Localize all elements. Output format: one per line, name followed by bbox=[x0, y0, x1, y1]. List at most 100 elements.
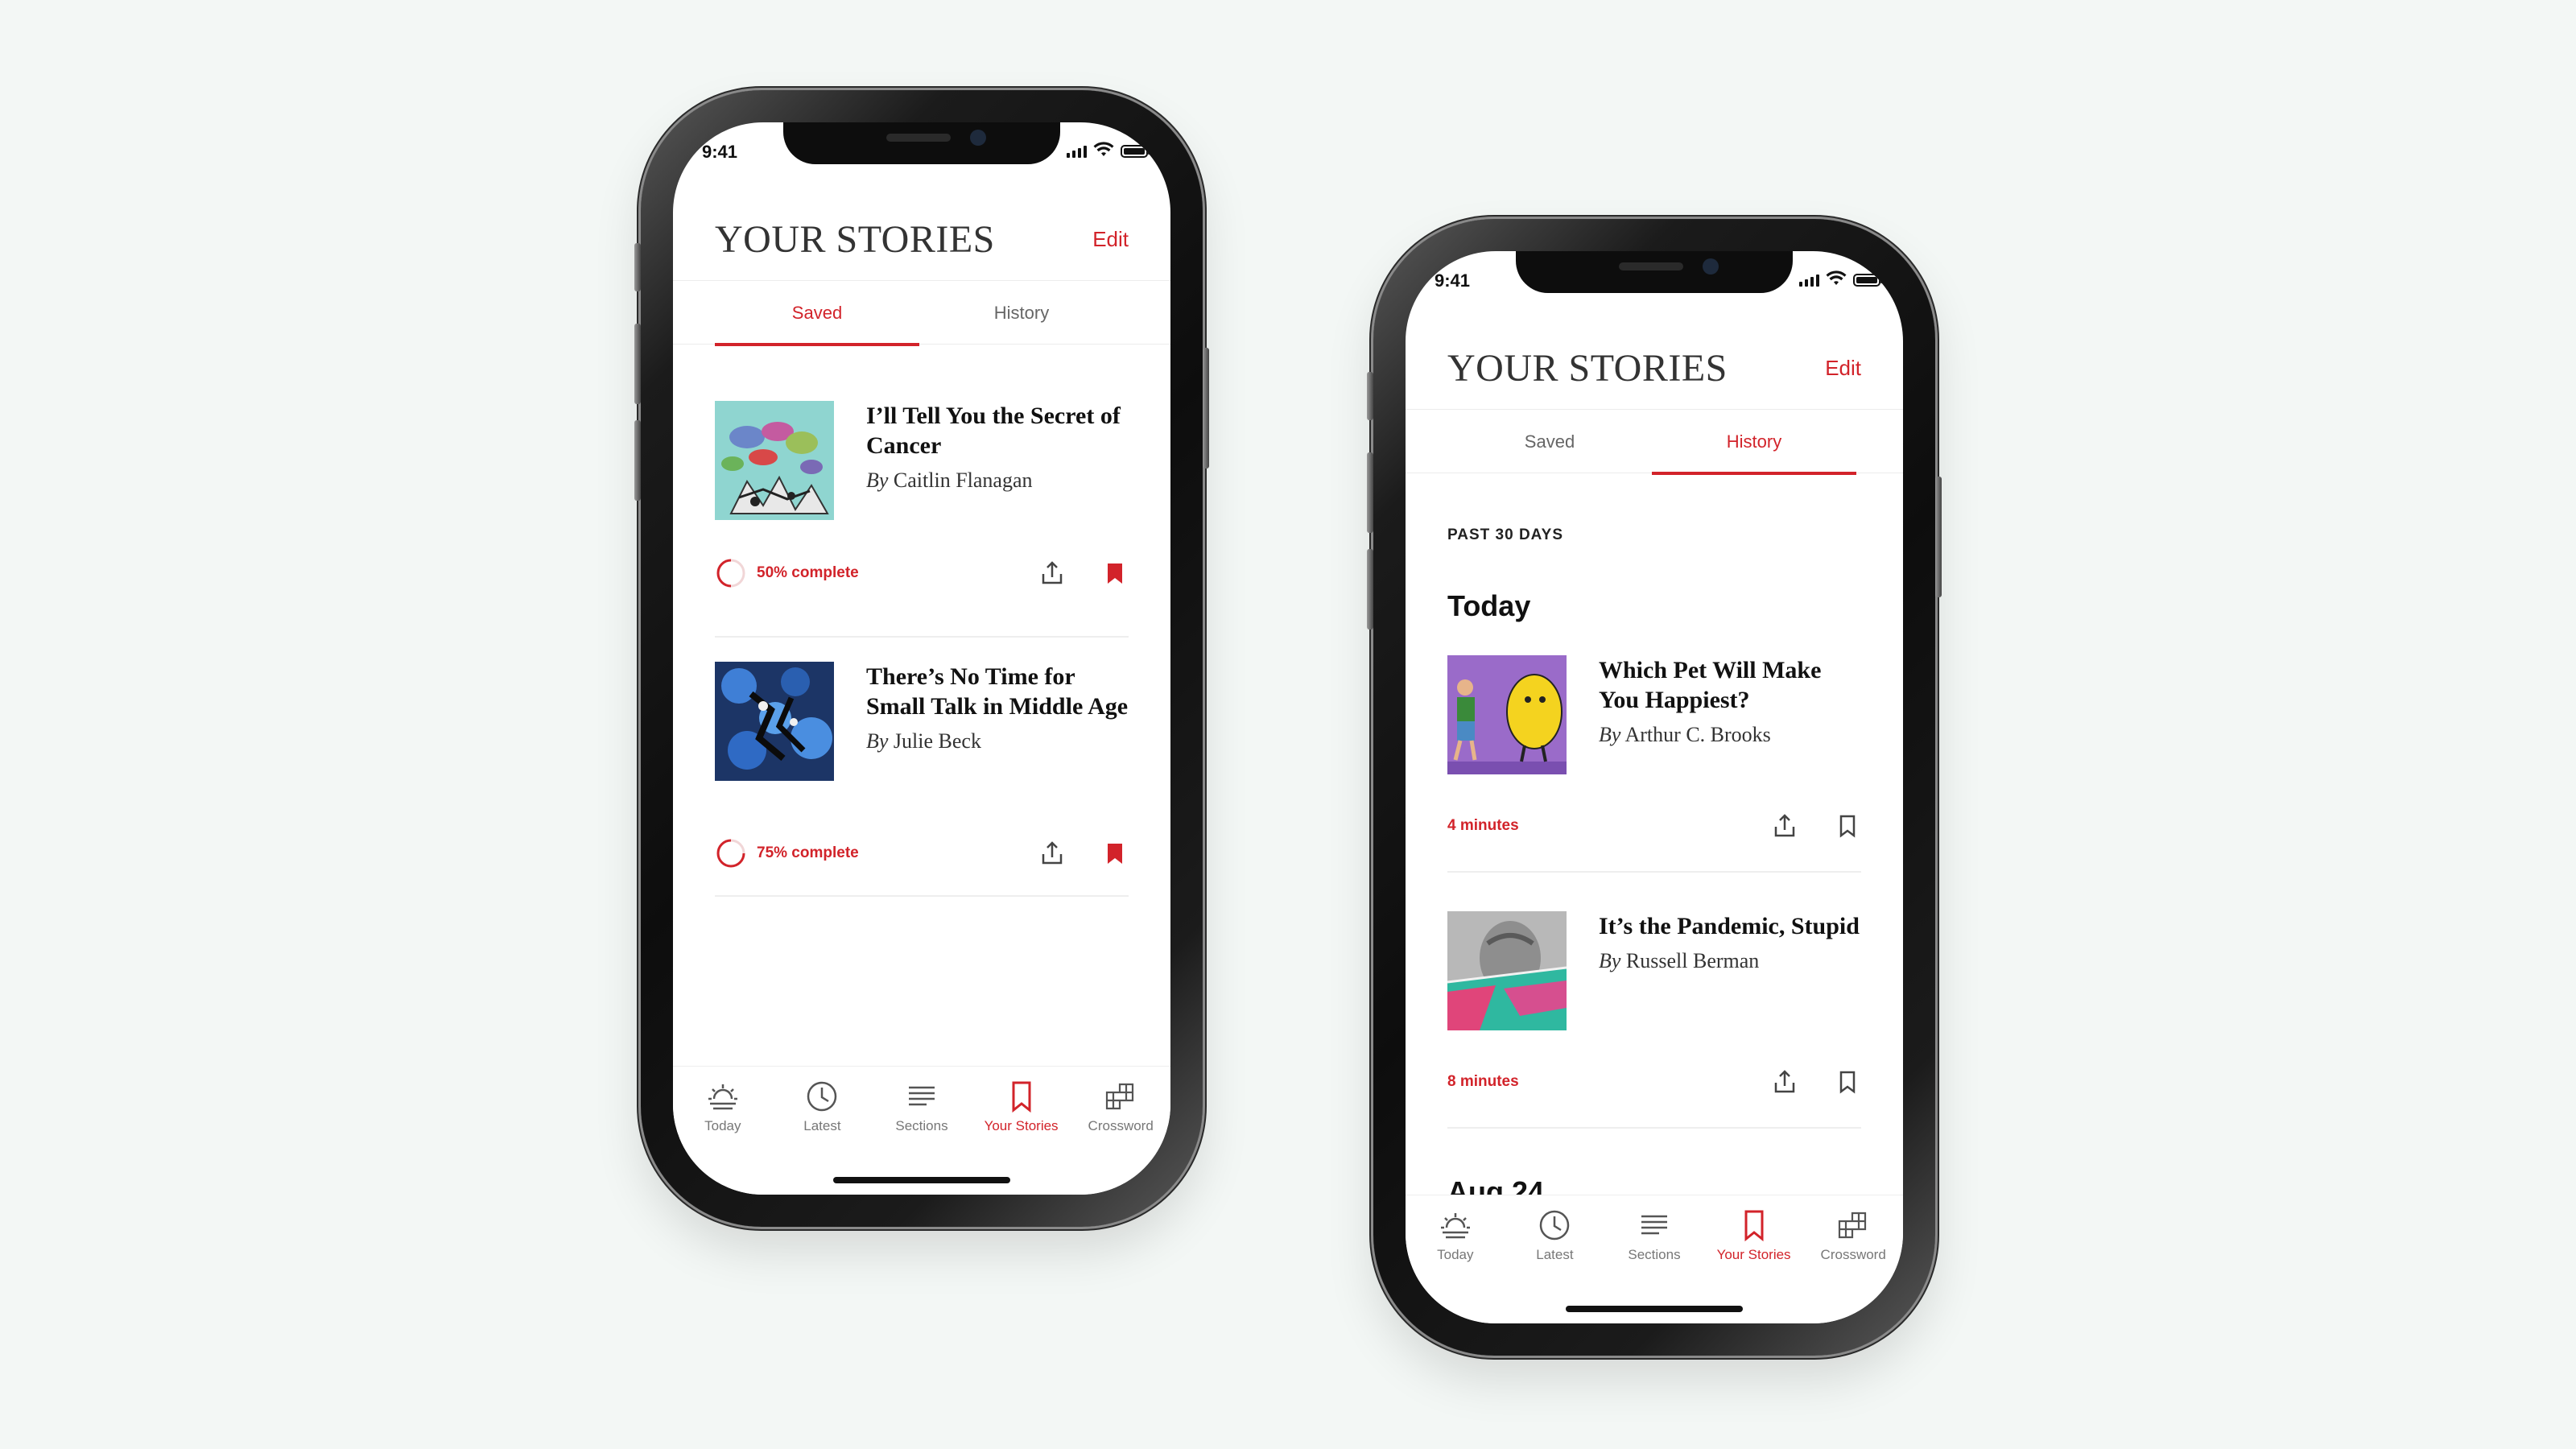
tab-saved[interactable]: Saved bbox=[1447, 410, 1652, 474]
sunrise-icon bbox=[708, 1084, 737, 1110]
status-time: 9:41 bbox=[702, 142, 738, 162]
article-headline[interactable]: There’s No Time for Small Talk in Middle… bbox=[866, 662, 1129, 756]
article-thumbnail[interactable] bbox=[1447, 911, 1567, 1030]
clock-icon bbox=[807, 1081, 837, 1112]
divider bbox=[1447, 1127, 1861, 1129]
battery-icon bbox=[1853, 274, 1883, 287]
list-item[interactable]: I’ll Tell You the Secret of Cancer By Ca… bbox=[715, 401, 1129, 642]
list-item[interactable]: There’s No Time for Small Talk in Middle… bbox=[715, 662, 1129, 903]
tabbar-item-crossword[interactable]: Crossword bbox=[1071, 1078, 1170, 1142]
progress-label: 75% complete bbox=[757, 844, 859, 861]
read-time: 4 minutes bbox=[1447, 817, 1519, 834]
article-byline: By Julie Beck bbox=[866, 726, 1129, 756]
share-icon[interactable] bbox=[1038, 559, 1066, 587]
divider bbox=[1447, 871, 1861, 873]
tabbar-label: Sections bbox=[1628, 1247, 1681, 1262]
divider bbox=[715, 895, 1129, 897]
clock-icon bbox=[1540, 1210, 1570, 1241]
segmented-tabs: Saved History bbox=[1406, 409, 1903, 475]
tabbar-label: Crossword bbox=[1088, 1118, 1154, 1133]
status-icons bbox=[1799, 270, 1883, 287]
tab-saved[interactable]: Saved bbox=[715, 281, 919, 346]
phone-left: 9:41 YOUR STORIES Edit Saved History I’l… bbox=[634, 90, 1209, 1227]
tabbar-label: Your Stories bbox=[1716, 1247, 1791, 1262]
notch bbox=[1516, 251, 1793, 293]
tabbar-item-today[interactable]: Today bbox=[1406, 1207, 1505, 1271]
tabbar-label: Latest bbox=[803, 1118, 841, 1133]
tabbar-label: Your Stories bbox=[984, 1118, 1059, 1133]
tabbar-item-latest[interactable]: Latest bbox=[773, 1078, 873, 1142]
tabbar-item-your-stories[interactable]: Your Stories bbox=[1704, 1207, 1804, 1271]
crossword-icon bbox=[1106, 1083, 1134, 1110]
sections-icon bbox=[1641, 1215, 1667, 1235]
author-name: Julie Beck bbox=[893, 729, 981, 753]
signal-icon bbox=[1067, 146, 1087, 158]
phone-right: 9:41 YOUR STORIES Edit Saved History PAS… bbox=[1367, 219, 1942, 1356]
screen-right: 9:41 YOUR STORIES Edit Saved History PAS… bbox=[1406, 251, 1903, 1323]
section-label: PAST 30 DAYS bbox=[1447, 526, 1563, 543]
tabbar-item-crossword[interactable]: Crossword bbox=[1803, 1207, 1903, 1271]
bookmark-outline-icon[interactable] bbox=[1834, 812, 1861, 840]
tabbar-item-latest[interactable]: Latest bbox=[1505, 1207, 1605, 1271]
author-name: Arthur C. Brooks bbox=[1624, 723, 1771, 746]
bookmark-filled-icon[interactable] bbox=[1101, 559, 1129, 587]
status-time: 9:41 bbox=[1435, 270, 1471, 291]
battery-icon bbox=[1121, 145, 1150, 158]
article-headline[interactable]: I’ll Tell You the Secret of Cancer By Ca… bbox=[866, 401, 1129, 495]
list-item[interactable]: Which Pet Will Make You Happiest? By Art… bbox=[1447, 655, 1861, 897]
article-byline: By Caitlin Flanagan bbox=[866, 465, 1129, 495]
tab-history[interactable]: History bbox=[919, 281, 1124, 345]
bookmark-icon bbox=[1744, 1210, 1764, 1242]
byline-prefix: By bbox=[1599, 949, 1621, 972]
share-icon[interactable] bbox=[1771, 812, 1798, 840]
tabbar-item-sections[interactable]: Sections bbox=[872, 1078, 972, 1142]
share-icon[interactable] bbox=[1038, 840, 1066, 867]
bookmark-filled-icon[interactable] bbox=[1101, 840, 1129, 867]
home-indicator bbox=[833, 1177, 1010, 1183]
day-heading: Today bbox=[1447, 589, 1531, 622]
notch bbox=[783, 122, 1060, 164]
byline-prefix: By bbox=[866, 729, 889, 753]
article-title: There’s No Time for Small Talk in Middle… bbox=[866, 663, 1129, 720]
wifi-icon bbox=[1826, 270, 1847, 285]
edit-button[interactable]: Edit bbox=[1092, 227, 1129, 252]
progress-ring-icon bbox=[716, 839, 745, 868]
crossword-icon bbox=[1839, 1212, 1867, 1239]
article-byline: By Arthur C. Brooks bbox=[1599, 720, 1861, 749]
signal-icon bbox=[1799, 275, 1819, 287]
progress-label: 50% complete bbox=[757, 564, 859, 581]
article-headline[interactable]: It’s the Pandemic, Stupid By Russell Ber… bbox=[1599, 911, 1861, 976]
bookmark-icon bbox=[1012, 1081, 1031, 1113]
sunrise-icon bbox=[1440, 1213, 1470, 1239]
article-thumbnail[interactable] bbox=[715, 662, 834, 781]
screen-left: 9:41 YOUR STORIES Edit Saved History I’l… bbox=[673, 122, 1170, 1195]
tabbar-item-today[interactable]: Today bbox=[673, 1078, 773, 1142]
tabbar-item-sections[interactable]: Sections bbox=[1604, 1207, 1704, 1271]
tab-history[interactable]: History bbox=[1652, 410, 1856, 475]
article-byline: By Russell Berman bbox=[1599, 946, 1861, 976]
segmented-tabs: Saved History bbox=[673, 280, 1170, 346]
divider bbox=[715, 636, 1129, 638]
home-indicator bbox=[1566, 1306, 1743, 1312]
share-icon[interactable] bbox=[1771, 1068, 1798, 1096]
list-item[interactable]: It’s the Pandemic, Stupid By Russell Ber… bbox=[1447, 911, 1861, 1153]
article-thumbnail[interactable] bbox=[1447, 655, 1567, 774]
page-title: YOUR STORIES bbox=[1447, 346, 1728, 390]
progress-ring-icon bbox=[716, 559, 745, 588]
bookmark-outline-icon[interactable] bbox=[1834, 1068, 1861, 1096]
author-name: Russell Berman bbox=[1625, 949, 1760, 972]
byline-prefix: By bbox=[1599, 723, 1621, 746]
article-title: I’ll Tell You the Secret of Cancer bbox=[866, 402, 1121, 459]
sections-icon bbox=[908, 1086, 935, 1106]
bottom-tab-bar: Today Latest Sections Your Stories Cross… bbox=[1406, 1195, 1903, 1323]
tabbar-label: Today bbox=[1437, 1247, 1474, 1262]
tabbar-label: Crossword bbox=[1820, 1247, 1886, 1262]
article-thumbnail[interactable] bbox=[715, 401, 834, 520]
tabbar-item-your-stories[interactable]: Your Stories bbox=[972, 1078, 1071, 1142]
article-headline[interactable]: Which Pet Will Make You Happiest? By Art… bbox=[1599, 655, 1861, 749]
article-title: It’s the Pandemic, Stupid bbox=[1599, 913, 1860, 939]
status-icons bbox=[1067, 142, 1150, 158]
tabbar-label: Sections bbox=[895, 1118, 948, 1133]
page-title: YOUR STORIES bbox=[715, 217, 995, 261]
edit-button[interactable]: Edit bbox=[1825, 356, 1861, 381]
